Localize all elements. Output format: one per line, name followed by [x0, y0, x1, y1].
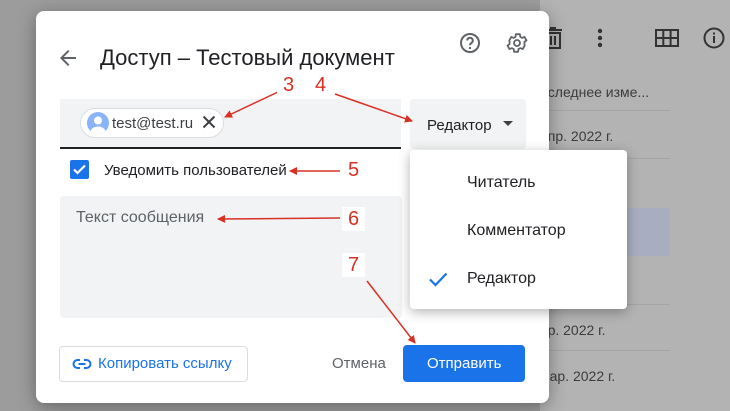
help-icon[interactable]	[458, 31, 482, 55]
checkmark-icon	[73, 164, 86, 175]
back-arrow-icon[interactable]	[56, 46, 80, 70]
person-icon	[90, 116, 106, 134]
more-vert-icon[interactable]	[596, 28, 604, 48]
check-icon	[429, 272, 448, 287]
notify-label: Уведомить пользователей	[104, 162, 287, 179]
chevron-down-icon	[503, 121, 513, 126]
background-date: пр. 2022 г.	[540, 322, 606, 338]
copy-link-label: Копировать ссылку	[98, 355, 232, 372]
avatar	[87, 112, 109, 134]
annotation-callout-6: 6	[342, 207, 366, 231]
message-placeholder: Текст сообщения	[76, 209, 205, 226]
annotation-callout-4: 4	[309, 73, 333, 97]
send-button-label: Отправить	[427, 355, 502, 372]
role-dropdown-value: Редактор	[427, 117, 492, 134]
dialog-title: Доступ – Тестовый документ	[100, 45, 395, 70]
annotation-callout-5: 5	[342, 158, 366, 182]
background-date: апр. 2022 г.	[540, 128, 614, 144]
role-menu-item-label: Редактор	[467, 270, 536, 287]
link-icon	[72, 359, 92, 369]
recipient-chip-label: test@test.ru	[112, 115, 194, 132]
annotation-callout-3: 3	[277, 73, 301, 97]
background-date: мар. 2022 г.	[540, 368, 616, 384]
role-menu-item-label: Комментатор	[467, 222, 566, 239]
gear-icon[interactable]	[505, 31, 529, 55]
background-column-header: оследнее изме...	[540, 84, 650, 100]
info-icon[interactable]	[703, 27, 725, 49]
close-icon[interactable]	[200, 113, 218, 131]
background-divider	[540, 350, 670, 351]
background-divider	[540, 110, 670, 111]
annotation-callout-7: 7	[342, 253, 366, 277]
grid-view-icon[interactable]	[655, 29, 679, 47]
notify-checkbox[interactable]	[70, 160, 89, 179]
cancel-button-label: Отмена	[332, 355, 386, 372]
role-menu-item-label: Читатель	[467, 174, 536, 191]
